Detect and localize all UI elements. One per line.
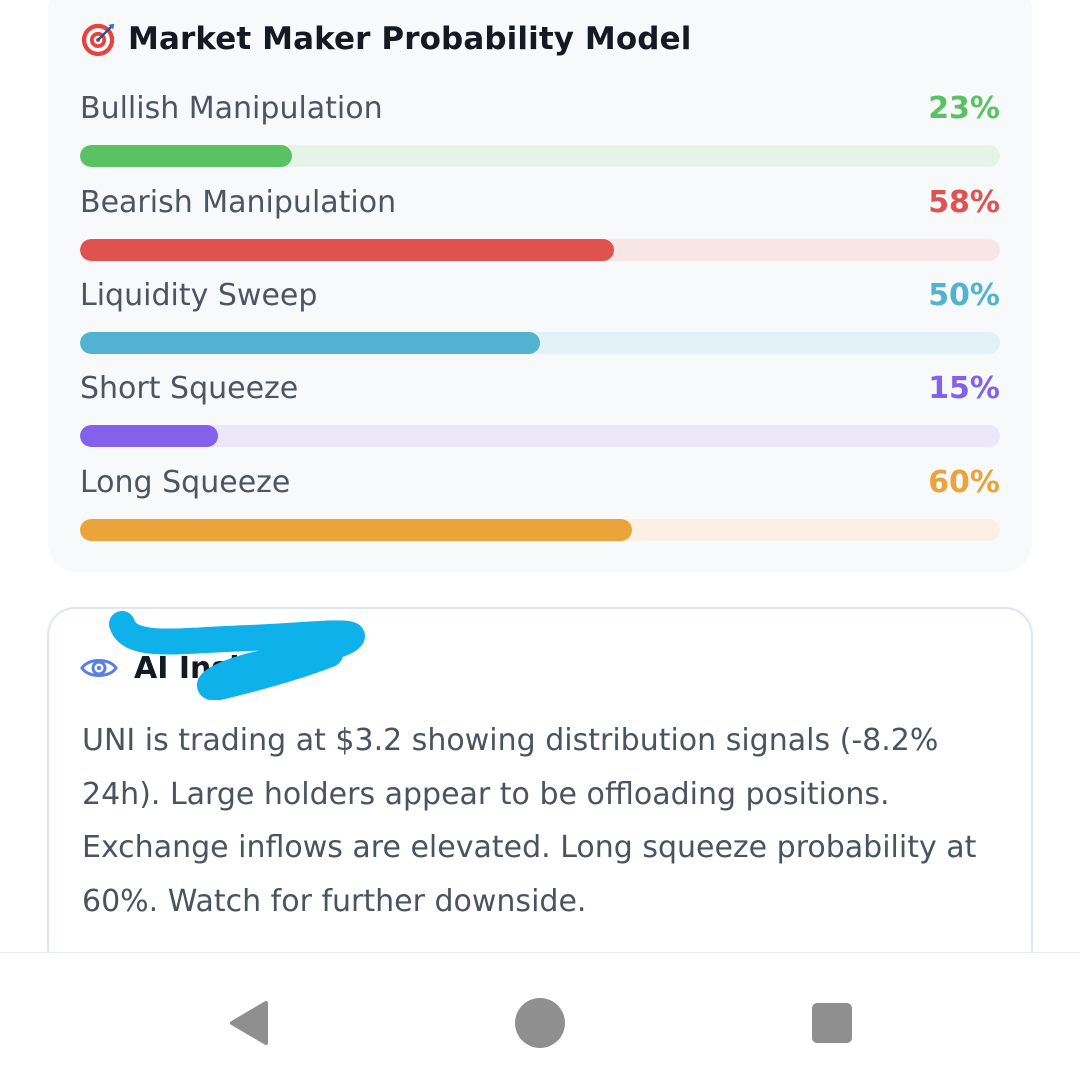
metric-value: 50%	[928, 278, 1000, 313]
target-icon	[81, 23, 115, 57]
metric-bar-track	[80, 239, 1000, 261]
metric-label: Long Squeeze	[80, 465, 291, 500]
metric-label: Liquidity Sweep	[80, 278, 318, 313]
metric-bar-fill	[80, 519, 632, 541]
system-navigation-bar	[0, 952, 1080, 1085]
metric-bar-fill	[80, 425, 218, 447]
card-header: Market Maker Probability Model	[80, 17, 691, 61]
metric-value: 58%	[928, 185, 1000, 220]
home-button[interactable]	[510, 993, 570, 1053]
metric-bar-track	[80, 332, 1000, 354]
back-triangle-icon	[230, 1001, 268, 1045]
redaction-scribble	[109, 611, 365, 700]
metric-label: Bullish Manipulation	[80, 91, 383, 126]
metric-bar-fill	[80, 332, 540, 354]
recents-button[interactable]	[802, 993, 862, 1053]
card-title: Market Maker Probability Model	[128, 21, 692, 57]
recents-square-icon	[812, 1003, 852, 1043]
metric-bar-fill	[80, 239, 614, 261]
metric-label: Short Squeeze	[80, 371, 299, 406]
metric-bar-track	[80, 519, 1000, 541]
metric-value: 15%	[928, 371, 1000, 406]
metric-bar-fill	[80, 145, 292, 167]
home-circle-icon	[515, 998, 565, 1048]
app-screen: Market Maker Probability Model Bullish M…	[0, 0, 1080, 1085]
metric-label: Bearish Manipulation	[80, 185, 397, 220]
metric-value: 23%	[928, 91, 1000, 126]
metric-bar-track	[80, 425, 1000, 447]
metric-bar-track	[80, 145, 1000, 167]
analysis-text: UNI is trading at $3.2 showing distribut…	[82, 723, 977, 919]
back-button[interactable]	[218, 993, 278, 1053]
metric-value: 60%	[928, 465, 1000, 500]
